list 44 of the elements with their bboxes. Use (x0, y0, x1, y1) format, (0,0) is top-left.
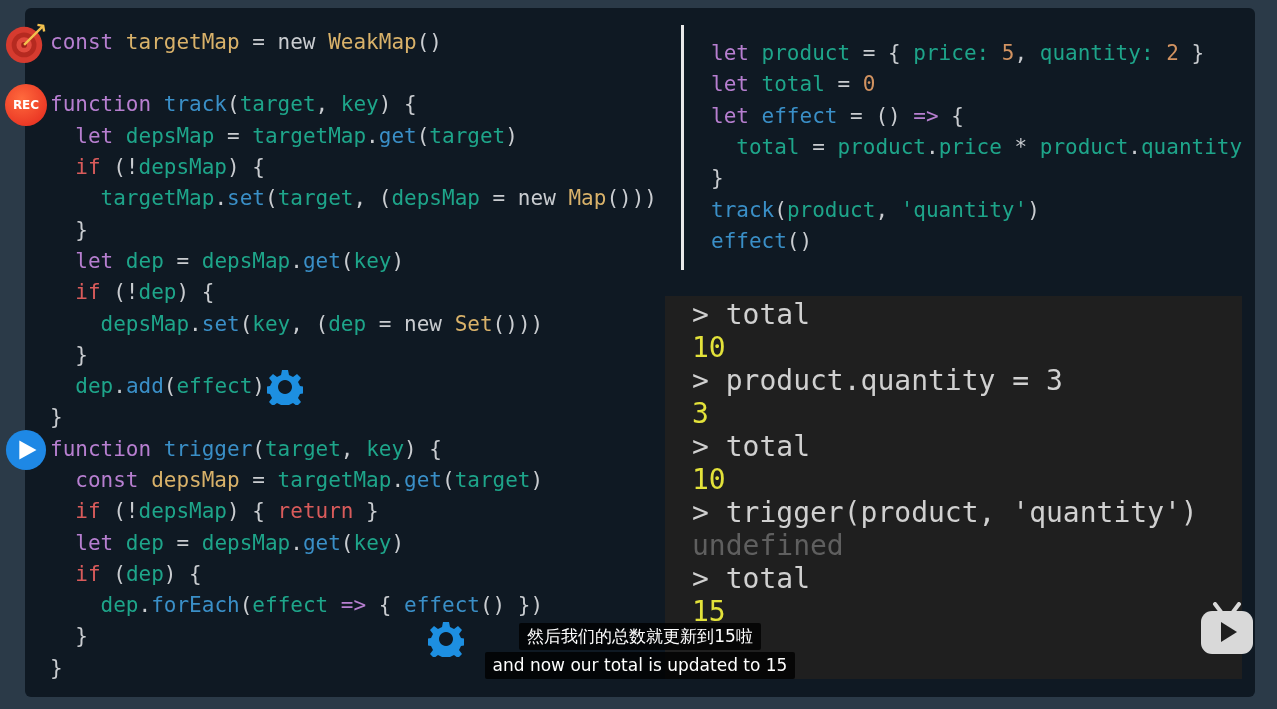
tv-play-icon[interactable] (1199, 602, 1255, 656)
console-line: > total (692, 298, 810, 332)
code-line: } (74, 216, 88, 244)
code-line: } (711, 165, 724, 193)
gear-icon (428, 621, 464, 657)
code-line: depsMap.set(key, (dep = new Set())) (99, 310, 544, 338)
record-badge: REC (5, 84, 47, 127)
code-line: if (dep) { (74, 560, 202, 588)
code-line: let product = { price: 5, quantity: 2 } (711, 40, 1205, 68)
code-line: function track(target, key) { (50, 91, 417, 119)
console-line: > total (692, 562, 810, 596)
code-line: } (74, 341, 88, 369)
code-line: if (!depsMap) { (74, 154, 265, 182)
code-line: if (!depsMap) { return } (74, 498, 379, 526)
code-line: const targetMap = new WeakMap() (50, 29, 442, 57)
console-line: > trigger(product, 'quantity') (692, 496, 1198, 530)
code-line: } (50, 654, 63, 682)
code-line: targetMap.set(target, (depsMap = new Map())) (99, 185, 657, 213)
play-icon (5, 428, 47, 471)
console-line: 3 (692, 397, 709, 431)
code-line: const depsMap = targetMap.get(target) (74, 467, 544, 494)
console-line: undefined (692, 529, 844, 563)
console-line: 10 (692, 463, 726, 497)
code-line: function trigger(target, key) { (50, 435, 442, 463)
target-icon (5, 22, 47, 64)
console-line: > total (692, 430, 810, 464)
code-line: effect() (711, 227, 813, 255)
console-line: > product.quantity = 3 (692, 364, 1063, 398)
code-line: let dep = depsMap.get(key) (74, 247, 405, 275)
code-line: if (!dep) { (74, 279, 215, 307)
code-line: dep.add(effect) (74, 373, 265, 401)
subtitle: 然后我们的总数就更新到15啦 (519, 623, 761, 650)
code-line: let effect = () => { (711, 102, 964, 130)
code-line: track(product, 'quantity') (711, 196, 1040, 224)
console-line: 10 (692, 331, 726, 365)
gear-icon (267, 368, 303, 405)
code-line: let dep = depsMap.get(key) (74, 529, 405, 557)
code-line: let total = 0 (711, 71, 876, 99)
code-line: let depsMap = targetMap.get(target) (74, 122, 518, 150)
code-line: } (50, 404, 63, 432)
code-line: } (74, 623, 88, 651)
code-line: total = product.price * product.quantity (735, 134, 1243, 162)
subtitle: and now our total is updated to 15 (484, 652, 796, 679)
code-line: dep.forEach(effect => { effect() }) (99, 592, 544, 620)
